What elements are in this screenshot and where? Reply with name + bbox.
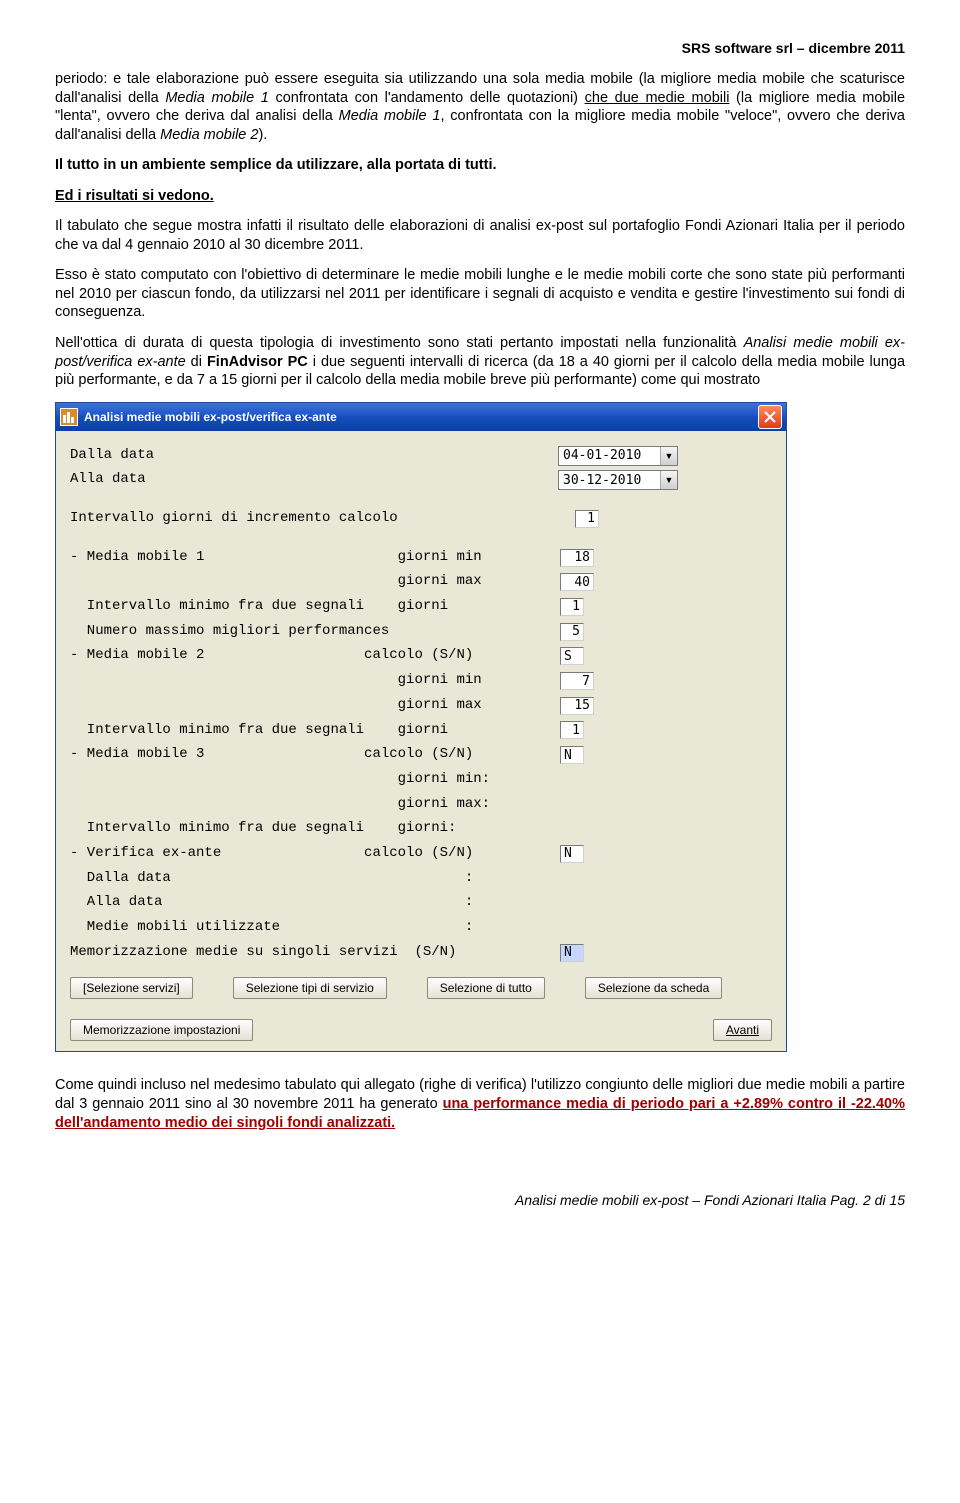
p1-text-c: confrontata con l'andamento delle quotaz… [269, 90, 585, 106]
header-company-date: SRS software srl – dicembre 2011 [55, 40, 905, 56]
label-mm3-calcolo: - Media mobile 3 calcolo (S/N) [70, 744, 560, 766]
label-mm1-num: Numero massimo migliori performances [70, 621, 560, 643]
field-mm2-max[interactable] [560, 697, 594, 715]
field-memorizzazione[interactable] [560, 944, 584, 962]
value-alla-data: 30-12-2010 [559, 473, 660, 488]
paragraph-2: Il tutto in un ambiente semplice da util… [55, 156, 905, 175]
p1-text-i: ). [258, 127, 267, 143]
titlebar: Analisi medie mobili ex-post/verifica ex… [56, 403, 786, 431]
button-memorizzazione-impostazioni[interactable]: Memorizzazione impostazioni [70, 1019, 253, 1041]
label-mm2-calcolo: - Media mobile 2 calcolo (S/N) [70, 645, 560, 667]
p1-text-d: che due medie mobili [585, 90, 730, 106]
label-alla-data: Alla data [70, 469, 558, 491]
label-mm1-max: giorni max [70, 571, 560, 593]
dropdown-icon[interactable]: ▼ [660, 447, 677, 465]
close-button[interactable] [758, 405, 782, 429]
dialog-window: Analisi medie mobili ex-post/verifica ex… [55, 402, 787, 1053]
paragraph-7: Come quindi incluso nel medesimo tabulat… [55, 1076, 905, 1132]
label-verifica-mm: Medie mobili utilizzate : [70, 917, 560, 939]
paragraph-3: Ed i risultati si vedono. [55, 187, 905, 206]
button-selezione-servizi[interactable]: [Selezione servizi] [70, 977, 193, 999]
button-avanti[interactable]: Avanti [713, 1019, 772, 1041]
field-mm3-calcolo[interactable] [560, 746, 584, 764]
button-selezione-scheda[interactable]: Selezione da scheda [585, 977, 722, 999]
p6-c: di [186, 354, 207, 370]
value-dalla-data: 04-01-2010 [559, 448, 660, 463]
label-mm3-max: giorni max: [70, 794, 560, 816]
field-intervallo-incremento[interactable] [575, 510, 599, 528]
label-mm2-max: giorni max [70, 695, 560, 717]
p6-a: Nell'ottica di durata di questa tipologi… [55, 335, 744, 351]
label-mm3-intervallo: Intervallo minimo fra due segnali giorni… [70, 818, 560, 840]
label-verifica-alla: Alla data : [70, 892, 560, 914]
field-verifica-calcolo[interactable] [560, 845, 584, 863]
p1-mm1-a: Media mobile 1 [165, 90, 269, 106]
label-mm3-min: giorni min: [70, 769, 560, 791]
label-mm2-min: giorni min [70, 670, 560, 692]
p1-mm2: Media mobile 2 [160, 127, 258, 143]
paragraph-6: Nell'ottica di durata di questa tipologi… [55, 334, 905, 390]
paragraph-1: periodo: e tale elaborazione può essere … [55, 70, 905, 144]
label-verifica-dalla: Dalla data : [70, 868, 560, 890]
field-mm2-min[interactable] [560, 672, 594, 690]
label-verifica-calcolo: - Verifica ex-ante calcolo (S/N) [70, 843, 560, 865]
button-selezione-tutto[interactable]: Selezione di tutto [427, 977, 545, 999]
p6-d: FinAdvisor PC [207, 354, 308, 370]
label-dalla-data: Dalla data [70, 445, 558, 467]
p1-mm1-b: Media mobile 1 [339, 108, 441, 124]
label-mm2-intervallo: Intervallo minimo fra due segnali giorni [70, 720, 560, 742]
field-alla-data[interactable]: 30-12-2010 ▼ [558, 470, 678, 490]
label-intervallo-incremento: Intervallo giorni di incremento calcolo [70, 508, 575, 530]
field-mm1-intervallo[interactable] [560, 598, 584, 616]
button-selezione-tipi[interactable]: Selezione tipi di servizio [233, 977, 387, 999]
dropdown-icon[interactable]: ▼ [660, 471, 677, 489]
field-mm2-intervallo[interactable] [560, 721, 584, 739]
label-memorizzazione: Memorizzazione medie su singoli servizi … [70, 942, 560, 964]
paragraph-4: Il tabulato che segue mostra infatti il … [55, 217, 905, 254]
field-mm1-max[interactable] [560, 573, 594, 591]
label-mm1-intervallo: Intervallo minimo fra due segnali giorni [70, 596, 560, 618]
label-mm1-min: - Media mobile 1 giorni min [70, 547, 560, 569]
page-footer: Analisi medie mobili ex-post – Fondi Azi… [55, 1192, 905, 1208]
paragraph-5: Esso è stato computato con l'obiettivo d… [55, 266, 905, 322]
app-icon [60, 408, 78, 426]
field-mm1-min[interactable] [560, 549, 594, 567]
field-mm2-calcolo[interactable] [560, 647, 584, 665]
dialog-title: Analisi medie mobili ex-post/verifica ex… [84, 410, 337, 424]
field-mm1-num[interactable] [560, 623, 584, 641]
close-icon [764, 411, 776, 423]
field-dalla-data[interactable]: 04-01-2010 ▼ [558, 446, 678, 466]
